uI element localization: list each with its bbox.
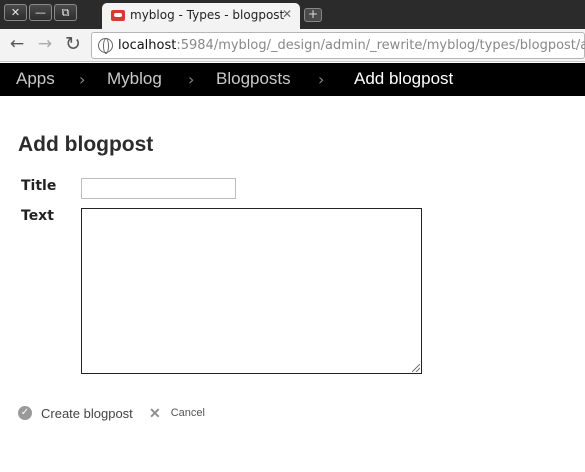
cancel-button[interactable]: ✕ Cancel: [149, 404, 205, 422]
window-close-button[interactable]: ✕: [4, 4, 27, 21]
browser-toolbar: ← → ↻ localhost:5984/myblog/_design/admi…: [0, 29, 585, 62]
breadcrumb-item-blogposts[interactable]: Blogposts: [216, 69, 291, 89]
resize-grip-icon[interactable]: [412, 364, 420, 372]
breadcrumb: Apps › Myblog › Blogposts › Add blogpost: [0, 63, 585, 96]
title-label: Title: [21, 178, 57, 194]
breadcrumb-separator-icon: ›: [188, 70, 195, 89]
browser-tab[interactable]: myblog - Types - blogpost ✕: [102, 3, 300, 29]
address-bar[interactable]: localhost:5984/myblog/_design/admin/_rew…: [91, 32, 585, 59]
breadcrumb-separator-icon: ›: [318, 70, 325, 89]
tab-title: myblog - Types - blogpost: [130, 8, 285, 22]
url-path: :5984/myblog/_design/admin/_rewrite/mybl…: [176, 38, 585, 53]
new-tab-button[interactable]: +: [304, 8, 322, 22]
breadcrumb-item-myblog[interactable]: Myblog: [107, 69, 162, 89]
url-text: localhost:5984/myblog/_design/admin/_rew…: [118, 38, 585, 53]
cancel-label: Cancel: [170, 407, 205, 419]
create-blogpost-label: Create blogpost: [41, 405, 133, 421]
window-minimize-button[interactable]: —: [29, 4, 52, 21]
tab-strip: ✕ — ⧉ myblog - Types - blogpost ✕ +: [0, 0, 585, 29]
breadcrumb-item-apps[interactable]: Apps: [16, 69, 55, 89]
page-title: Add blogpost: [18, 133, 154, 156]
title-input[interactable]: [81, 178, 236, 199]
globe-icon: [98, 38, 113, 54]
reload-icon[interactable]: ↻: [63, 34, 83, 54]
breadcrumb-item-current: Add blogpost: [354, 69, 454, 88]
text-label: Text: [21, 208, 54, 224]
url-host: localhost: [118, 38, 177, 53]
couchdb-favicon-icon: [111, 10, 125, 21]
window-restore-button[interactable]: ⧉: [54, 4, 77, 21]
back-icon[interactable]: ←: [7, 34, 27, 54]
cancel-x-icon: ✕: [149, 404, 161, 421]
check-circle-icon: ✓: [18, 406, 32, 420]
text-textarea[interactable]: [81, 208, 422, 374]
forward-icon[interactable]: →: [35, 34, 55, 54]
breadcrumb-separator-icon: ›: [79, 70, 86, 89]
create-blogpost-button[interactable]: ✓ Create blogpost: [18, 404, 133, 422]
tab-close-icon[interactable]: ✕: [282, 7, 292, 21]
